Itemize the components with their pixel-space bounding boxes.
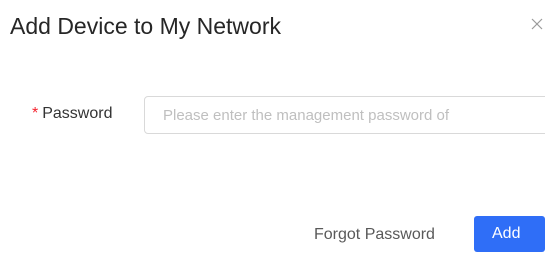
forgot-password-link[interactable]: Forgot Password xyxy=(314,225,435,245)
add-device-dialog: Add Device to My Network * Password Forgo… xyxy=(0,0,545,253)
password-form-row: * Password xyxy=(0,96,545,136)
close-icon[interactable] xyxy=(529,16,545,32)
dialog-footer: Forgot Password Add xyxy=(0,216,545,252)
add-button[interactable]: Add xyxy=(474,216,545,252)
required-mark: * xyxy=(32,105,39,122)
dialog-title: Add Device to My Network xyxy=(10,13,281,39)
password-label: * Password xyxy=(32,104,112,124)
password-label-text: Password xyxy=(42,105,113,122)
password-input[interactable] xyxy=(144,96,545,134)
